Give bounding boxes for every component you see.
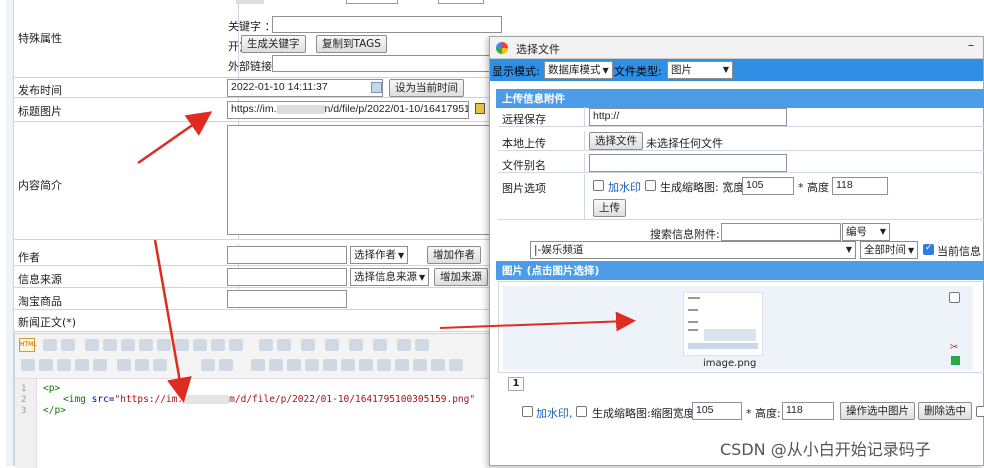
annotation-arrows	[137, 111, 636, 403]
arrow-to-title-image	[137, 111, 213, 165]
arrow-to-dialog-image	[439, 311, 636, 332]
csdn-watermark: CSDN @从小白开始记录码子	[720, 440, 931, 459]
arrow-to-editor-code	[153, 239, 192, 403]
